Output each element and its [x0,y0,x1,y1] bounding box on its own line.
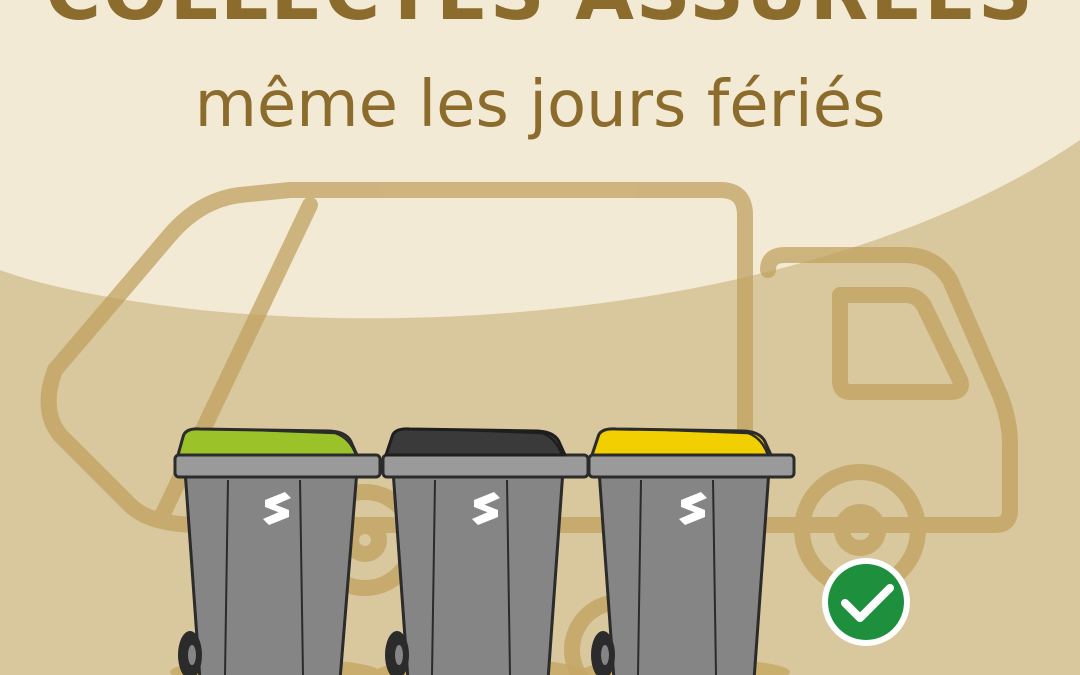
illustration [40,182,1018,675]
check-circle-icon [822,558,910,646]
wheelie-bin-yellow [587,427,796,675]
wheelie-bin-black [381,427,590,675]
infographic: COLLECTES ASSURÉES même les jours fériés [0,0,1080,675]
wheelie-bin-green [173,427,382,675]
